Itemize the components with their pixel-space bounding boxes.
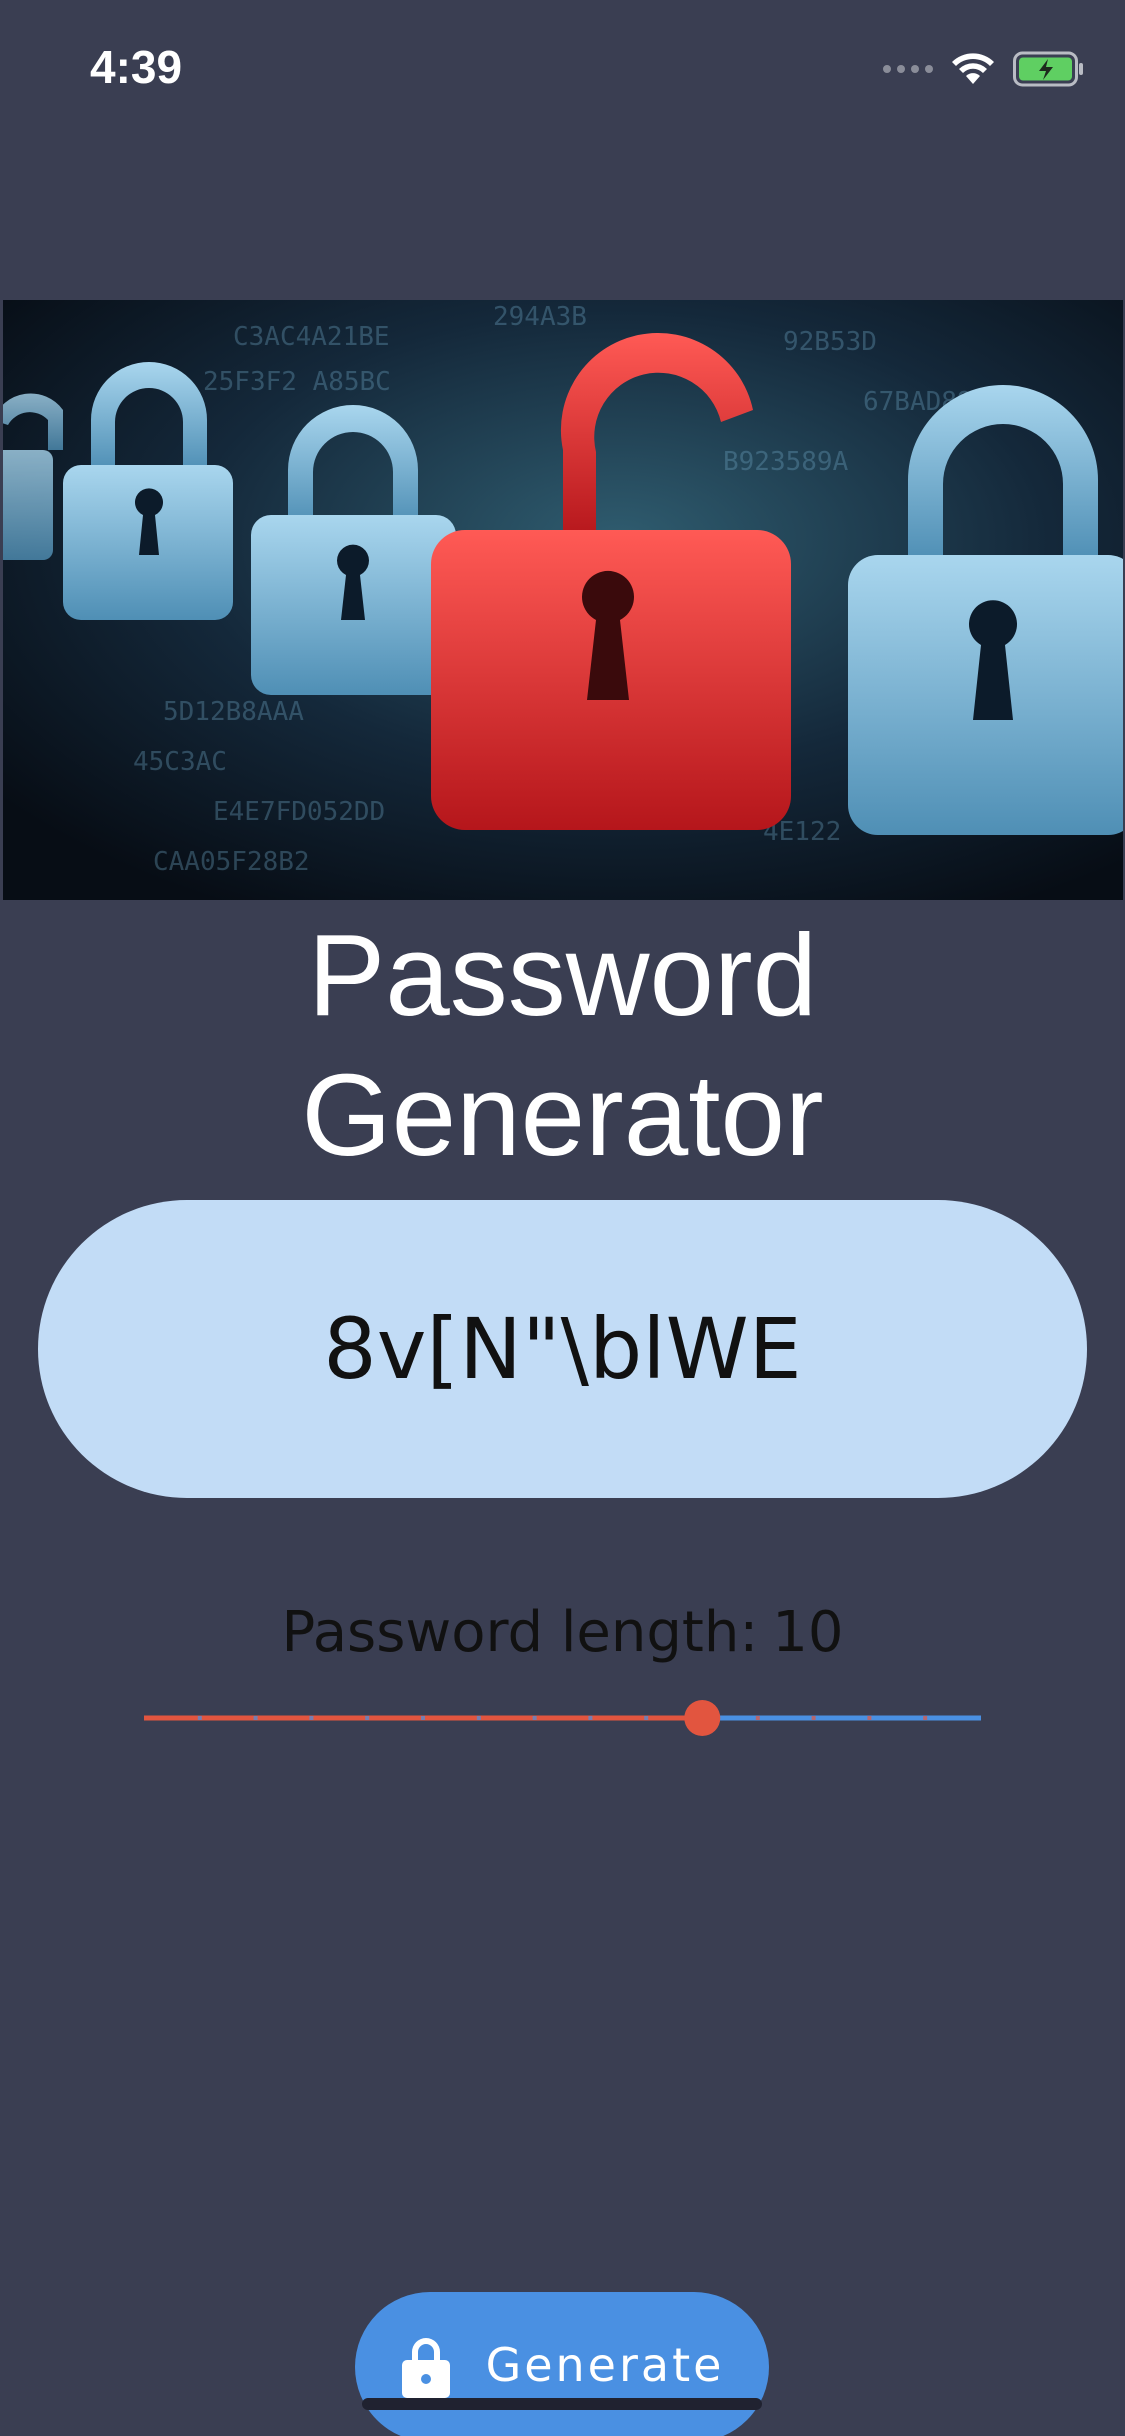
length-slider[interactable] [144, 1700, 981, 1736]
slider-tick [923, 1716, 928, 1720]
slider-tick [253, 1716, 258, 1720]
status-icons [883, 48, 1085, 90]
svg-text:45C3AC: 45C3AC [133, 747, 227, 777]
slider-tick [421, 1716, 425, 1720]
title-line-1: Password [307, 910, 818, 1040]
slider-tick [588, 1716, 593, 1720]
page-title: Password Generator [0, 905, 1125, 1185]
slider-tick [365, 1716, 370, 1720]
screen: 4:39 C3AC4A21BE 294A3B 92B53D 25F3F2 A85… [0, 0, 1125, 2436]
lock-icon [401, 2338, 450, 2398]
hero-padlocks-image: C3AC4A21BE 294A3B 92B53D 25F3F2 A85BC 67… [3, 300, 1123, 900]
slider-thumb[interactable] [684, 1700, 721, 1736]
password-value: 8v[N"\blWE [323, 1300, 802, 1398]
slider-tick [755, 1716, 760, 1720]
password-display[interactable]: 8v[N"\blWE [38, 1200, 1087, 1498]
slider-tick [867, 1716, 872, 1720]
slider-tick [476, 1716, 481, 1720]
svg-text:5D12B8AAA: 5D12B8AAA [163, 697, 304, 727]
svg-text:25F3F2 A85BC: 25F3F2 A85BC [203, 367, 391, 397]
wifi-icon [952, 53, 994, 84]
generate-button[interactable]: Generate [355, 2292, 769, 2436]
svg-text:CAA05F28B2: CAA05F28B2 [153, 847, 310, 877]
svg-text:B923589A: B923589A [723, 447, 849, 477]
svg-text:C3AC4A21BE: C3AC4A21BE [233, 322, 390, 352]
cellular-signal-icon [883, 65, 933, 73]
svg-text:92B53D: 92B53D [783, 327, 877, 357]
home-indicator [362, 2398, 762, 2410]
password-length-label: Password length: 10 [0, 1600, 1125, 1665]
slider-tick [644, 1716, 649, 1720]
slider-tick [309, 1716, 314, 1720]
length-value: 10 [772, 1600, 844, 1665]
status-time: 4:39 [90, 41, 183, 93]
title-line-2: Generator [301, 1050, 824, 1180]
length-label-text: Password length: [281, 1600, 759, 1665]
svg-text:E4E7FD052DD: E4E7FD052DD [213, 797, 385, 827]
slider-tick [811, 1716, 816, 1720]
slider-tick [197, 1716, 202, 1720]
slider-tick [532, 1716, 537, 1720]
battery-icon [1013, 51, 1083, 87]
generate-label: Generate [485, 2338, 725, 2392]
svg-text:294A3B: 294A3B [493, 302, 587, 332]
